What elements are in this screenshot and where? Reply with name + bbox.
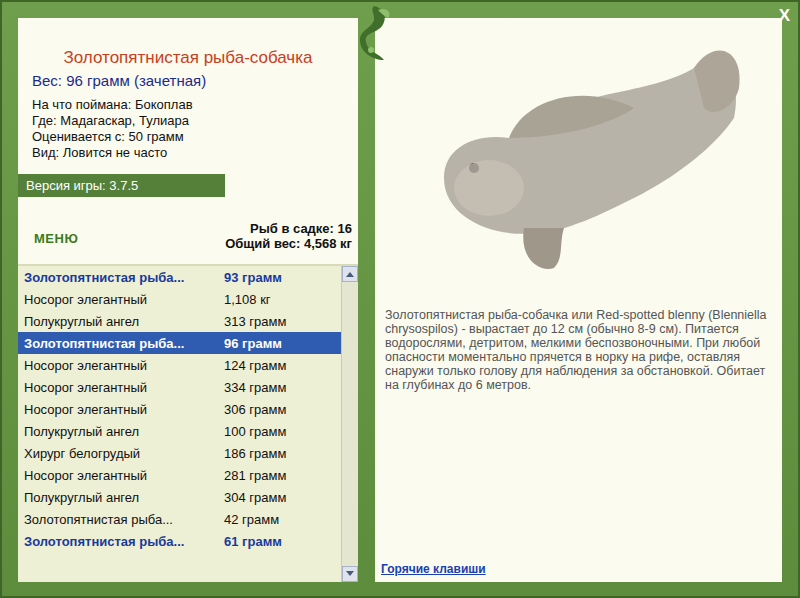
summary-line: Рыб в садке: 16: [225, 221, 352, 236]
fish-weight-cell: 96 грамм: [224, 336, 341, 351]
fish-name: Полукруглый ангел: [18, 490, 224, 505]
fish-weight-cell: 334 грамм: [224, 380, 341, 395]
fish-name: Золотопятнистая рыба...: [18, 534, 224, 549]
catch-row-text: Носорог элегантный124 грамм: [18, 358, 341, 373]
catch-row[interactable]: Носорог элегантный1,108 кг: [18, 288, 341, 310]
fish-weight-cell: 100 грамм: [224, 424, 341, 439]
fish-weight: Вес: 96 грамм (зачетная): [32, 72, 344, 89]
fish-weight-cell: 306 грамм: [224, 402, 341, 417]
fish-weight-cell: 281 грамм: [224, 468, 341, 483]
fish-description: Золотопятнистая рыба-собачка или Red-spo…: [375, 308, 782, 562]
catch-row[interactable]: Носорог элегантный281 грамм: [18, 464, 341, 486]
fish-weight-cell: 313 грамм: [224, 314, 341, 329]
fish-weight-cell: 304 грамм: [224, 490, 341, 505]
catch-row[interactable]: Золотопятнистая рыба...61 грамм: [18, 530, 341, 552]
close-button[interactable]: X: [779, 6, 790, 26]
catch-row-text: Золотопятнистая рыба...93 грамм: [18, 270, 341, 285]
fish-detail: Оценивается с: 50 грамм: [32, 129, 344, 145]
scrollbar[interactable]: [341, 266, 358, 582]
catch-row[interactable]: Золотопятнистая рыба...96 грамм: [18, 332, 341, 354]
catch-row[interactable]: Носорог элегантный334 грамм: [18, 376, 341, 398]
hotkeys-link[interactable]: Горячие клавиши: [375, 562, 782, 582]
scroll-down-icon[interactable]: [342, 566, 358, 582]
fish-photo: [375, 18, 782, 308]
catch-row[interactable]: Золотопятнистая рыба...93 грамм: [18, 266, 341, 288]
menu-row: МЕНЮ Рыб в садке: 16Общий вес: 4,568 кг: [18, 197, 358, 264]
catch-row-text: Носорог элегантный306 грамм: [18, 402, 341, 417]
fish-name: Хирург белогрудый: [18, 446, 224, 461]
fish-weight-cell: 93 грамм: [224, 270, 341, 285]
scroll-up-icon[interactable]: [342, 266, 358, 282]
catch-row[interactable]: Носорог элегантный306 грамм: [18, 398, 341, 420]
fish-weight-cell: 42 грамм: [224, 512, 341, 527]
fish-weight-cell: 186 грамм: [224, 446, 341, 461]
catch-rows: Золотопятнистая рыба...93 граммНосорог э…: [18, 266, 341, 582]
catch-row-text: Носорог элегантный281 грамм: [18, 468, 341, 483]
catch-row-text: Носорог элегантный334 грамм: [18, 380, 341, 395]
catch-row-text: Золотопятнистая рыба...42 грамм: [18, 512, 341, 527]
fish-name: Полукруглый ангел: [18, 424, 224, 439]
fish-title: Золотопятнистая рыба-собачка: [32, 48, 344, 68]
catch-row-text: Золотопятнистая рыба...96 грамм: [18, 336, 341, 351]
catch-row-text: Носорог элегантный1,108 кг: [18, 292, 341, 307]
fish-detail: Где: Мадагаскар, Тулиара: [32, 113, 344, 129]
fish-detail: На что поймана: Бокоплав: [32, 97, 344, 113]
fish-weight-cell: 61 грамм: [224, 534, 341, 549]
fish-name: Носорог элегантный: [18, 292, 224, 307]
fish-name: Носорог элегантный: [18, 380, 224, 395]
fish-name: Полукруглый ангел: [18, 314, 224, 329]
catch-row[interactable]: Золотопятнистая рыба...42 грамм: [18, 508, 341, 530]
fish-name: Золотопятнистая рыба...: [18, 512, 224, 527]
catch-row-text: Полукруглый ангел100 грамм: [18, 424, 341, 439]
catch-row-text: Полукруглый ангел313 грамм: [18, 314, 341, 329]
catch-row-text: Золотопятнистая рыба...61 грамм: [18, 534, 341, 549]
catch-row[interactable]: Полукруглый ангел304 грамм: [18, 486, 341, 508]
game-logo-icon: [354, 2, 394, 68]
fish-name: Золотопятнистая рыба...: [18, 270, 224, 285]
right-panel: Золотопятнистая рыба-собачка или Red-spo…: [375, 18, 782, 582]
fish-info: Золотопятнистая рыба-собачка Вес: 96 грам…: [18, 18, 358, 174]
catch-list: Золотопятнистая рыба...93 граммНосорог э…: [18, 264, 358, 582]
catch-summary: Рыб в садке: 16Общий вес: 4,568 кг: [225, 221, 352, 251]
catch-row-text: Хирург белогрудый186 грамм: [18, 446, 341, 461]
fish-detail: Вид: Ловится не часто: [32, 145, 344, 161]
fish-window: Золотопятнистая рыба-собачка Вес: 96 грам…: [2, 2, 798, 582]
summary-line: Общий вес: 4,568 кг: [225, 236, 352, 251]
fish-name: Носорог элегантный: [18, 402, 224, 417]
fish-name: Носорог элегантный: [18, 358, 224, 373]
menu-button[interactable]: МЕНЮ: [34, 231, 78, 246]
catch-row[interactable]: Полукруглый ангел100 грамм: [18, 420, 341, 442]
catch-row[interactable]: Носорог элегантный124 грамм: [18, 354, 341, 376]
version-bar: Версия игры: 3.7.5: [18, 174, 225, 197]
catch-row[interactable]: Хирург белогрудый186 грамм: [18, 442, 341, 464]
left-panel: Золотопятнистая рыба-собачка Вес: 96 грам…: [18, 18, 358, 582]
catch-row-text: Полукруглый ангел304 грамм: [18, 490, 341, 505]
fish-name: Носорог элегантный: [18, 468, 224, 483]
fish-weight-cell: 1,108 кг: [224, 292, 341, 307]
fish-name: Золотопятнистая рыба...: [18, 336, 224, 351]
catch-row[interactable]: Полукруглый ангел313 грамм: [18, 310, 341, 332]
fish-weight-cell: 124 грамм: [224, 358, 341, 373]
